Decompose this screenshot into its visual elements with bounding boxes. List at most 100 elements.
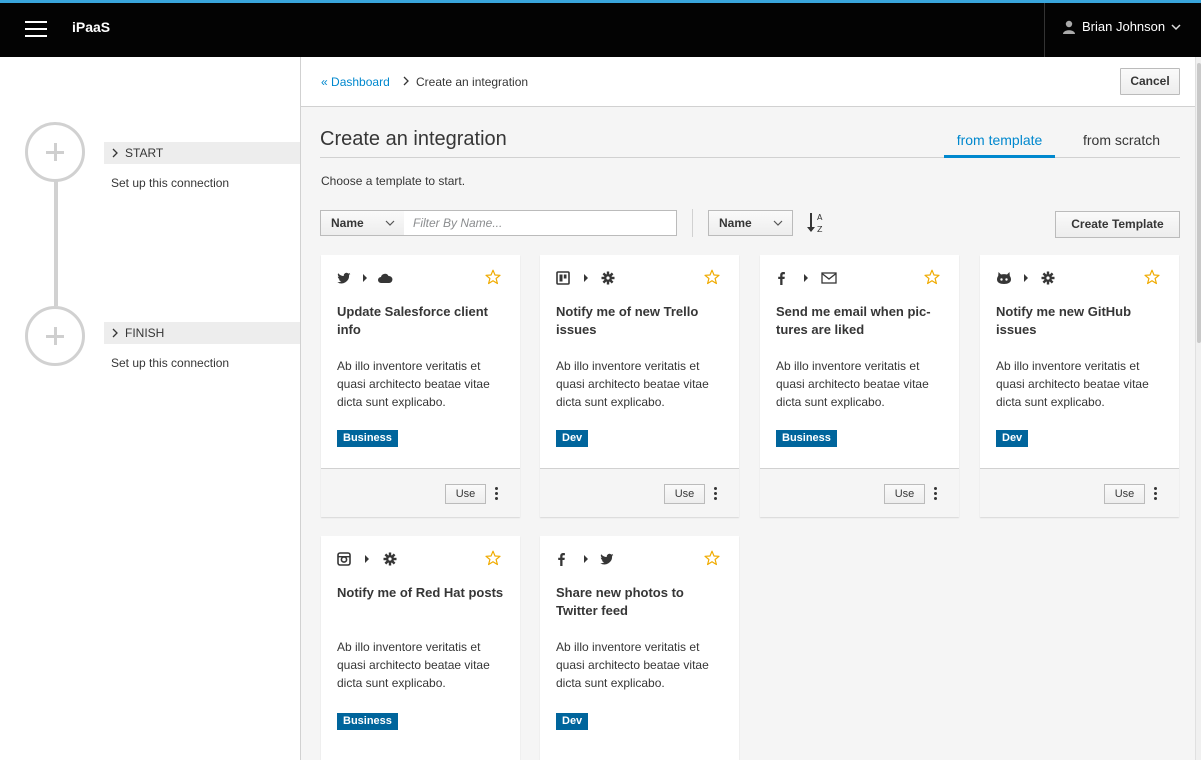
- star-icon[interactable]: [704, 269, 720, 285]
- connection-icons: [556, 271, 666, 285]
- twitter-icon: [337, 272, 351, 284]
- kebab-menu-icon[interactable]: [934, 487, 938, 501]
- star-icon[interactable]: [1144, 269, 1160, 285]
- add-finish-step-button[interactable]: [25, 306, 85, 366]
- instruction-text: Choose a template to start.: [321, 174, 466, 188]
- sort-alpha-asc-icon[interactable]: A Z: [806, 211, 826, 235]
- card-description: Ab illo inventore veritatis et quasi arc…: [776, 359, 929, 409]
- star-icon[interactable]: [924, 269, 940, 285]
- breadcrumb: « Dashboard Create an integration Cancel: [301, 57, 1195, 107]
- gear-icon: [383, 552, 397, 566]
- cancel-button[interactable]: Cancel: [1120, 68, 1180, 95]
- template-card[interactable]: Send me email when pic-tures are liked A…: [760, 255, 959, 517]
- category-badge: Business: [337, 430, 398, 447]
- connection-icons: [776, 271, 886, 285]
- card-footer: Use: [980, 468, 1179, 517]
- card-title: Notify me of new Trello issues: [556, 304, 699, 337]
- star-icon[interactable]: [485, 550, 501, 566]
- cloud-icon: [378, 273, 393, 283]
- tab-from-scratch[interactable]: from scratch: [1083, 132, 1160, 148]
- step-start-header[interactable]: START: [104, 142, 300, 164]
- card-title: Notify me new GitHub issues: [996, 304, 1132, 337]
- template-card[interactable]: Notify me of new Trello issues Ab illo i…: [540, 255, 739, 517]
- step-description: Set up this connection: [111, 356, 230, 370]
- twitter-icon: [600, 553, 614, 565]
- use-template-button[interactable]: Use: [884, 484, 925, 504]
- caret-right-icon: [584, 274, 588, 282]
- vertical-scrollbar[interactable]: [1195, 57, 1201, 760]
- template-card[interactable]: Notify me of Red Hat posts Ab illo inven…: [321, 536, 520, 760]
- svg-text:Z: Z: [817, 225, 823, 234]
- card-title: Send me email when pic-tures are liked: [776, 304, 931, 337]
- user-name: Brian Johnson: [1082, 19, 1166, 34]
- user-icon: [1063, 20, 1075, 34]
- use-template-button[interactable]: Use: [445, 484, 486, 504]
- category-badge: Dev: [556, 713, 589, 730]
- card-description: Ab illo inventore veritatis et quasi arc…: [996, 359, 1149, 409]
- connection-icons: [337, 271, 447, 285]
- card-description: Ab illo inventore veritatis et quasi arc…: [556, 640, 709, 690]
- template-card[interactable]: Update Salesforce client info Ab illo in…: [321, 255, 520, 517]
- facebook-icon: [778, 272, 785, 285]
- main-content: « Dashboard Create an integration Cancel…: [301, 57, 1195, 760]
- facebook-icon: [558, 553, 565, 566]
- step-label: START: [125, 146, 164, 160]
- category-badge: Business: [337, 713, 398, 730]
- chevron-down-icon: [773, 220, 783, 226]
- envelope-icon: [821, 272, 837, 284]
- tab-from-template[interactable]: from template: [944, 132, 1055, 158]
- filter-by-name-input[interactable]: [404, 210, 677, 236]
- kebab-menu-icon[interactable]: [495, 487, 499, 501]
- add-start-step-button[interactable]: [25, 122, 85, 182]
- template-card[interactable]: Notify me new GitHub issues Ab illo inve…: [980, 255, 1179, 517]
- brand-name: iPaaS: [72, 19, 111, 35]
- chevron-down-icon: [1171, 24, 1181, 31]
- category-badge: Business: [776, 430, 837, 447]
- template-card[interactable]: Share new photos to Twitter feed Ab illo…: [540, 536, 739, 760]
- scrollbar-thumb[interactable]: [1197, 63, 1201, 343]
- use-template-button[interactable]: Use: [1104, 484, 1145, 504]
- card-title: Share new photos to Twitter feed: [556, 585, 684, 618]
- card-description: Ab illo inventore veritatis et quasi arc…: [556, 359, 709, 409]
- chevron-right-icon: [112, 328, 118, 338]
- sort-field-select[interactable]: Name: [708, 210, 793, 236]
- gear-icon: [1041, 271, 1055, 285]
- connection-icons: [337, 552, 447, 566]
- use-template-button[interactable]: Use: [664, 484, 705, 504]
- instagram-icon: [337, 552, 351, 566]
- integration-wizard-sidebar: START Set up this connection FINISH Set …: [0, 57, 301, 760]
- card-title: Update Salesforce client info: [337, 304, 488, 337]
- category-badge: Dev: [996, 430, 1029, 447]
- caret-right-icon: [584, 555, 588, 563]
- caret-right-icon: [363, 274, 367, 282]
- step-connector-line: [54, 180, 58, 306]
- star-icon[interactable]: [485, 269, 501, 285]
- create-template-button[interactable]: Create Template: [1055, 211, 1180, 238]
- svg-text:A: A: [817, 213, 823, 222]
- caret-right-icon: [804, 274, 808, 282]
- card-title: Notify me of Red Hat posts: [337, 585, 504, 600]
- user-menu[interactable]: Brian Johnson: [1044, 3, 1201, 57]
- github-icon: [997, 272, 1011, 284]
- top-navbar: iPaaS Brian Johnson: [0, 0, 1201, 57]
- card-footer: Use: [760, 468, 959, 517]
- card-footer: Use: [321, 468, 520, 517]
- step-description: Set up this connection: [111, 176, 230, 190]
- connection-icons: [996, 271, 1106, 285]
- breadcrumb-dashboard-link[interactable]: « Dashboard: [321, 75, 390, 89]
- step-finish-header[interactable]: FINISH: [104, 322, 300, 344]
- chevron-right-icon: [112, 148, 118, 158]
- page-title: Create an integration: [320, 128, 507, 150]
- hamburger-menu-icon[interactable]: [25, 21, 47, 37]
- step-label: FINISH: [125, 326, 165, 340]
- toolbar-divider: [692, 209, 693, 237]
- star-icon[interactable]: [704, 550, 720, 566]
- category-badge: Dev: [556, 430, 589, 447]
- kebab-menu-icon[interactable]: [1154, 487, 1158, 501]
- card-footer: Use: [540, 468, 739, 517]
- caret-right-icon: [1024, 274, 1028, 282]
- gear-icon: [601, 271, 615, 285]
- caret-right-icon: [365, 555, 369, 563]
- filter-field-select[interactable]: Name: [320, 210, 405, 236]
- kebab-menu-icon[interactable]: [714, 487, 718, 501]
